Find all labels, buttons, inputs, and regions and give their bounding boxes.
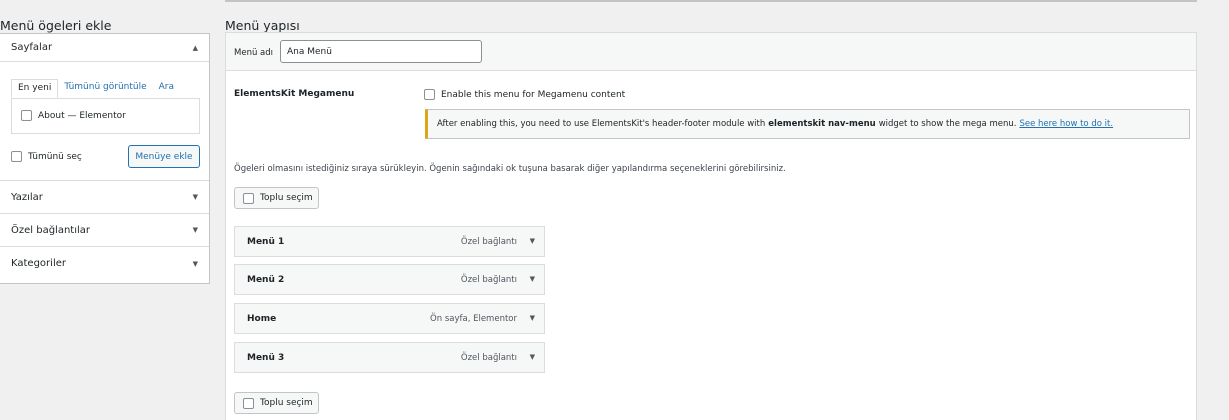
accordion-categories-header[interactable]: Kategoriler ▼ [0, 247, 209, 280]
select-all-checkbox[interactable] [11, 151, 22, 162]
menu-name-bar: Menü adı Ana Menü [226, 33, 1196, 71]
menu-item[interactable]: Home Ön sayfa, Elementor ▼ [234, 303, 545, 334]
menu-name-input[interactable]: Ana Menü [280, 40, 482, 63]
tab-most-recent[interactable]: En yeni [11, 79, 59, 98]
select-all-label: Tümünü seç [28, 151, 82, 162]
accordion-pages-header[interactable]: Sayfalar ▲ [0, 34, 209, 62]
notice-text-bold: elementskit nav-menu [768, 119, 876, 129]
accordion-categories-label: Kategoriler [11, 258, 66, 269]
bulk-select-label: Toplu seçim [260, 398, 313, 408]
accordion-pages-body: En yeni Tümünü görüntüle Ara About — Ele… [0, 62, 209, 181]
add-menu-items-title: Menü ögeleri ekle [0, 18, 112, 33]
menu-item-type: Ön sayfa, Elementor [430, 314, 517, 324]
triangle-down-icon[interactable]: ▼ [530, 237, 535, 245]
page-checkbox[interactable] [21, 110, 32, 121]
bulk-select-checkbox[interactable] [243, 397, 254, 409]
menu-item-title: Menü 3 [247, 353, 285, 363]
bulk-select-bottom[interactable]: Toplu seçim [234, 392, 319, 414]
triangle-down-icon[interactable]: ▼ [530, 275, 535, 283]
select-all-row: Tümünü seç [11, 151, 82, 162]
notice-text-prefix: After enabling this, you need to use Ele… [437, 119, 766, 129]
pages-tabs: En yeni Tümünü görüntüle Ara [11, 79, 180, 98]
triangle-up-icon: ▲ [192, 43, 198, 52]
triangle-down-icon[interactable]: ▼ [530, 314, 535, 322]
triangle-down-icon: ▼ [192, 259, 198, 268]
top-divider [225, 0, 1197, 2]
notice-text-suffix: widget to show the mega menu. [878, 119, 1017, 129]
pages-tab-panel: About — Elementor [11, 98, 200, 134]
accordion-pages-label: Sayfalar [11, 42, 53, 53]
accordion-custom-links-label: Özel bağlantılar [11, 224, 91, 236]
menu-item-title: Menü 2 [247, 275, 285, 285]
add-menu-items-panel: Sayfalar ▲ En yeni Tümünü görüntüle Ara … [0, 33, 210, 284]
menu-structure-title: Menü yapısı [225, 18, 300, 33]
triangle-down-icon[interactable]: ▼ [530, 353, 535, 361]
bulk-select-label: Toplu seçim [260, 193, 313, 203]
megamenu-checkbox-label: Enable this menu for Megamenu content [441, 89, 626, 100]
megamenu-label: ElementsKit Megamenu [234, 89, 355, 99]
triangle-down-icon: ▼ [192, 226, 198, 234]
scrollbar-track[interactable] [1221, 0, 1229, 420]
page-item-label: About — Elementor [38, 110, 126, 121]
menu-name-label: Menü adı [234, 48, 274, 58]
accordion-custom-links-header[interactable]: Özel bağlantılar ▼ [0, 214, 209, 247]
menu-item[interactable]: Menü 3 Özel bağlantı ▼ [234, 342, 545, 373]
bulk-select-top[interactable]: Toplu seçim [234, 187, 319, 209]
bulk-select-checkbox[interactable] [243, 192, 254, 204]
megamenu-enable-row: Enable this menu for Megamenu content [424, 89, 625, 100]
drag-instructions: Ögeleri olmasını istediğiniz sıraya sürü… [234, 164, 786, 174]
accordion-posts-label: Yazılar [11, 191, 43, 203]
add-to-menu-button[interactable]: Menüye ekle [128, 145, 200, 168]
notice-help-link[interactable]: See here how to do it. [1019, 119, 1113, 129]
megamenu-notice: After enabling this, you need to use Ele… [425, 109, 1190, 139]
menu-item-type: Özel bağlantı [460, 275, 517, 285]
menu-item-title: Home [247, 314, 277, 324]
menu-item-type: Özel bağlantı [460, 353, 517, 363]
triangle-down-icon: ▼ [192, 193, 198, 201]
megamenu-checkbox[interactable] [424, 89, 435, 100]
tab-view-all[interactable]: Tümünü görüntüle [58, 79, 152, 98]
accordion-posts-header[interactable]: Yazılar ▼ [0, 181, 209, 214]
menu-structure-panel: Menü adı Ana Menü ElementsKit Megamenu E… [225, 32, 1197, 420]
menu-item[interactable]: Menü 1 Özel bağlantı ▼ [234, 226, 545, 257]
menu-item-title: Menü 1 [247, 237, 285, 247]
tab-search[interactable]: Ara [153, 79, 180, 98]
page-list-item: About — Elementor [21, 110, 126, 121]
menu-item[interactable]: Menü 2 Özel bağlantı ▼ [234, 264, 545, 295]
menu-item-type: Özel bağlantı [460, 237, 517, 247]
